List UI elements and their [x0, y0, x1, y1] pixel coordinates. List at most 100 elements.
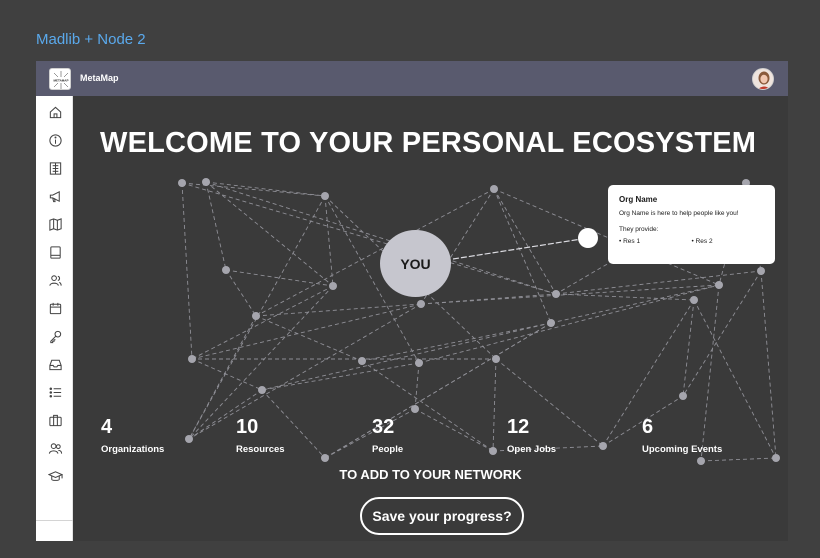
network-node[interactable]	[329, 282, 337, 290]
network-node[interactable]	[415, 359, 423, 367]
you-node[interactable]: YOU	[380, 230, 451, 297]
sidebar-item-calendar[interactable]	[45, 298, 65, 318]
network-node[interactable]	[202, 178, 210, 186]
network-node[interactable]	[321, 192, 329, 200]
network-edge	[492, 358, 497, 452]
main-content: WELCOME TO YOUR PERSONAL ECOSYSTEM YOU O…	[73, 96, 788, 541]
sidebar-item-community[interactable]	[45, 438, 65, 458]
network-edge	[420, 293, 557, 305]
popover-resource-item[interactable]: • Res 1	[619, 238, 692, 245]
user-avatar[interactable]	[752, 68, 774, 90]
popover-title: Org Name	[619, 195, 658, 204]
sidebar	[36, 96, 73, 541]
network-node[interactable]	[679, 392, 687, 400]
popover-resource-item[interactable]: • Res 2	[692, 238, 765, 245]
network-edge	[760, 270, 777, 459]
sidebar-item-info[interactable]	[45, 130, 65, 150]
top-bar: METAMAP MetaMap	[36, 61, 788, 96]
stat-number: 6	[642, 416, 654, 438]
network-edge	[493, 188, 552, 324]
network-edge	[700, 457, 777, 462]
sidebar-divider	[36, 520, 73, 521]
sidebar-item-list[interactable]	[45, 382, 65, 402]
metamap-logo[interactable]: METAMAP	[49, 68, 71, 90]
network-node[interactable]	[411, 405, 419, 413]
sidebar-item-inbox[interactable]	[45, 354, 65, 374]
stat-number: 10	[236, 416, 259, 438]
stat-label: Upcoming Events	[642, 444, 723, 455]
map-icon	[48, 217, 62, 231]
sidebar-item-announcements[interactable]	[45, 186, 65, 206]
network-node[interactable]	[489, 447, 497, 455]
stat-number: 4	[101, 416, 113, 438]
stat-organizations[interactable]: 4 Organizations	[101, 416, 164, 455]
network-edge	[191, 285, 334, 360]
network-node[interactable]	[178, 179, 186, 187]
network-node[interactable]	[417, 300, 425, 308]
app-title: MetaMap	[80, 73, 119, 83]
network-cta: TO ADD TO YOUR NETWORK	[339, 467, 522, 482]
network-edge	[181, 182, 557, 295]
network-node[interactable]	[690, 296, 698, 304]
network-node[interactable]	[258, 386, 266, 394]
stat-label: Open Jobs	[507, 444, 557, 455]
network-node[interactable]	[492, 355, 500, 363]
network-node[interactable]	[547, 319, 555, 327]
network-edge	[205, 181, 557, 295]
selected-node[interactable]	[578, 228, 598, 248]
network-node[interactable]	[599, 442, 607, 450]
network-edge	[493, 188, 557, 295]
app-window: METAMAP MetaMap WELCOME TO YOUR PERSONAL…	[36, 61, 788, 541]
network-node[interactable]	[772, 454, 780, 462]
stat-upcoming-events[interactable]: 6 Upcoming Events	[642, 416, 722, 455]
sidebar-item-people[interactable]	[45, 270, 65, 290]
network-node[interactable]	[358, 357, 366, 365]
network-edge	[181, 182, 193, 360]
sidebar-item-library[interactable]	[45, 242, 65, 262]
network-edge	[324, 195, 334, 287]
home-icon	[49, 106, 61, 118]
sidebar-item-home[interactable]	[45, 102, 65, 122]
info-icon	[48, 133, 62, 147]
stat-number: 32	[372, 416, 395, 438]
people-icon	[48, 274, 62, 286]
sidebar-item-jobs[interactable]	[45, 410, 65, 430]
network-node[interactable]	[490, 185, 498, 193]
network-node[interactable]	[188, 355, 196, 363]
briefcase-icon	[48, 414, 62, 426]
frame-label: Madlib + Node 2	[36, 31, 146, 48]
network-edge	[555, 270, 762, 295]
popover-resource-label: Res 1	[623, 238, 641, 245]
network-edge	[682, 270, 762, 397]
calendar-icon	[49, 302, 61, 314]
selected-connection	[452, 237, 589, 260]
sidebar-item-education[interactable]	[45, 466, 65, 486]
save-progress-button[interactable]: Save your progress?	[360, 497, 524, 535]
network-node[interactable]	[321, 454, 329, 462]
network-node[interactable]	[715, 281, 723, 289]
network-edge	[261, 322, 552, 391]
network-node[interactable]	[252, 312, 260, 320]
network-edge	[420, 284, 720, 305]
org-popover: Org Name Org Name is here to help people…	[608, 185, 775, 264]
stat-label: Organizations	[101, 444, 165, 455]
network-edge	[418, 284, 720, 364]
sidebar-item-directory[interactable]	[45, 158, 65, 178]
network-node[interactable]	[552, 290, 560, 298]
book-icon	[49, 245, 61, 259]
network-node[interactable]	[185, 435, 193, 443]
stat-open-jobs[interactable]: 12 Open Jobs	[507, 416, 556, 455]
stat-resources[interactable]: 10 Resources	[236, 416, 285, 455]
sidebar-item-access[interactable]	[45, 326, 65, 346]
stat-people[interactable]: 32 People	[372, 416, 403, 455]
network-node[interactable]	[697, 457, 705, 465]
users-icon	[48, 442, 62, 454]
network-edge	[414, 408, 494, 452]
popover-description: Org Name is here to help people like you…	[619, 210, 739, 217]
sidebar-item-map[interactable]	[45, 214, 65, 234]
stat-label: People	[372, 444, 404, 455]
network-node[interactable]	[757, 267, 765, 275]
network-edge	[255, 188, 495, 317]
key-icon	[49, 330, 61, 343]
network-node[interactable]	[222, 266, 230, 274]
